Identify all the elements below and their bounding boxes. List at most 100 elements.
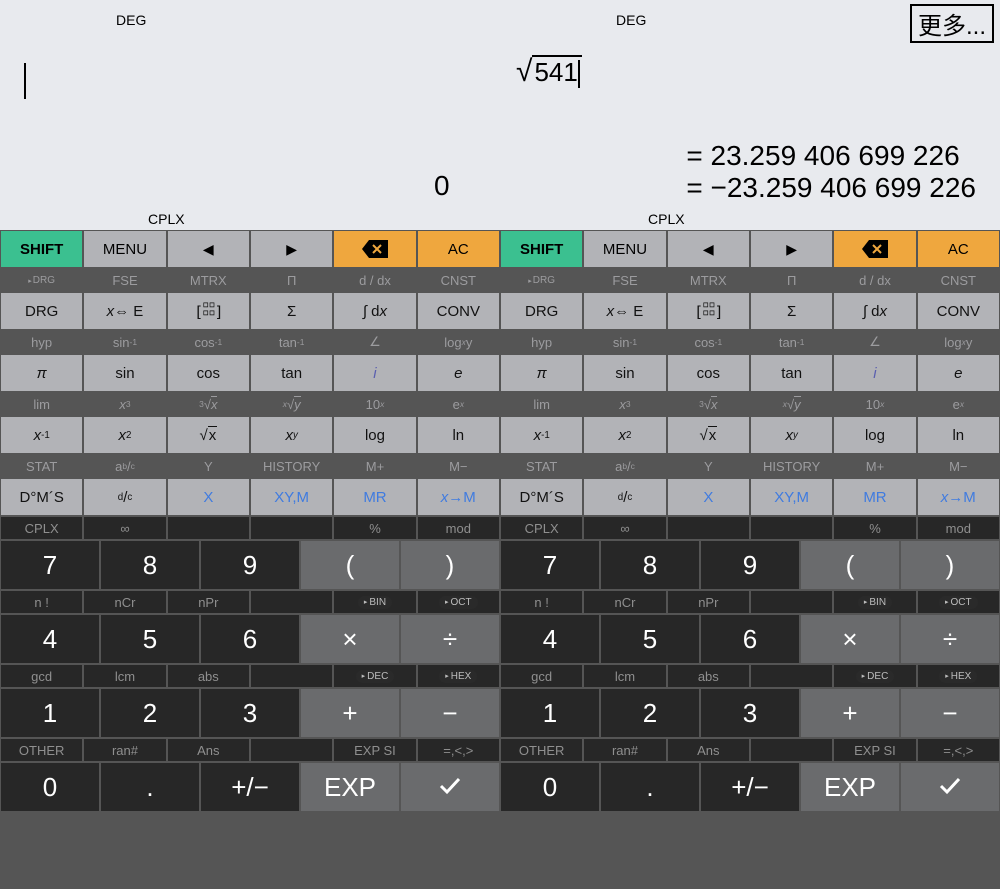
num-btn-4[interactable]: 4 [1,615,99,663]
num-btn--[interactable]: +/− [201,763,299,811]
btn--c[interactable]: d/c [84,479,165,515]
num-btn-2[interactable]: 2 [601,689,699,737]
num-btn--[interactable]: × [801,615,899,663]
menu-button[interactable]: MENU [84,231,165,267]
btn-tan[interactable]: tan [251,355,332,391]
btn-x-e[interactable]: x ⇔ E [84,293,165,329]
num-btn-3[interactable]: 3 [701,689,799,737]
btn-drg[interactable]: DRG [501,293,582,329]
num-btn--[interactable]: ÷ [401,615,499,663]
btn-x-[interactable]: xy [751,417,832,453]
num-btn--[interactable]: × [301,615,399,663]
num-btn-5[interactable]: 5 [101,615,199,663]
btn-x-e[interactable]: x ⇔ E [584,293,665,329]
btn-x-[interactable]: x-1 [501,417,582,453]
ac-button[interactable]: AC [918,231,999,267]
menu-button[interactable]: MENU [584,231,665,267]
num-btn-3[interactable]: 3 [201,689,299,737]
num-btn--[interactable]: . [601,763,699,811]
num-btn--[interactable]: ÷ [901,615,999,663]
btn-conv[interactable]: CONV [418,293,499,329]
btn-d-m-s[interactable]: D°M´S [501,479,582,515]
num-btn-9[interactable]: 9 [201,541,299,589]
more-button[interactable]: 更多... [910,4,994,43]
btn-x-[interactable]: x2 [584,417,665,453]
btn-ln[interactable]: ln [918,417,999,453]
ac-button[interactable]: AC [418,231,499,267]
num-btn--[interactable]: ( [801,541,899,589]
num-btn-0[interactable]: 0 [501,763,599,811]
num-btn-5[interactable]: 5 [601,615,699,663]
btn-sin[interactable]: sin [84,355,165,391]
btn-x[interactable]: X [168,479,249,515]
num-btn-4[interactable]: 4 [501,615,599,663]
num-btn--[interactable]: ) [901,541,999,589]
num-btn-6[interactable]: 6 [701,615,799,663]
arrow-left-button[interactable] [668,231,749,267]
num-btn--[interactable]: +/− [701,763,799,811]
btn--[interactable]: [▫▫▫▫] [168,293,249,329]
num-btn-6[interactable]: 6 [201,615,299,663]
btn--[interactable]: Σ [251,293,332,329]
btn-x-m[interactable]: x→M [418,479,499,515]
btn-x-m[interactable]: x→M [918,479,999,515]
backspace-button[interactable] [834,231,915,267]
btn-ln[interactable]: ln [418,417,499,453]
arrow-right-button[interactable] [251,231,332,267]
btn-i[interactable]: i [834,355,915,391]
arrow-right-button[interactable] [751,231,832,267]
num-btn-1[interactable]: 1 [501,689,599,737]
num-btn-7[interactable]: 7 [1,541,99,589]
btn-drg[interactable]: DRG [1,293,82,329]
btn-sin[interactable]: sin [584,355,665,391]
backspace-button[interactable] [334,231,415,267]
btn-x[interactable]: X [668,479,749,515]
btn-cos[interactable]: cos [668,355,749,391]
shift-button[interactable]: SHIFT [501,231,582,267]
btn-e[interactable]: e [918,355,999,391]
num-btn--[interactable]: . [101,763,199,811]
btn-xy-m[interactable]: XY,M [251,479,332,515]
num-btn--[interactable]: − [901,689,999,737]
num-btn-9[interactable]: 9 [701,541,799,589]
btn-tan[interactable]: tan [751,355,832,391]
btn-log[interactable]: log [334,417,415,453]
btn-e[interactable]: e [418,355,499,391]
btn-xy-m[interactable]: XY,M [751,479,832,515]
num-btn-exp[interactable]: EXP [301,763,399,811]
btn-conv[interactable]: CONV [918,293,999,329]
btn-i[interactable]: i [334,355,415,391]
num-btn--[interactable]: − [401,689,499,737]
num-btn-2[interactable]: 2 [101,689,199,737]
btn--c[interactable]: d/c [584,479,665,515]
btn-x-[interactable]: x2 [84,417,165,453]
num-btn--[interactable] [901,763,999,811]
num-btn--[interactable]: + [801,689,899,737]
btn-x-[interactable]: x-1 [1,417,82,453]
num-btn-exp[interactable]: EXP [801,763,899,811]
btn-d-m-s[interactable]: D°M´S [1,479,82,515]
btn-log[interactable]: log [834,417,915,453]
btn--[interactable]: π [1,355,82,391]
btn--dx[interactable]: ∫ dx [334,293,415,329]
shift-button[interactable]: SHIFT [1,231,82,267]
btn--dx[interactable]: ∫ dx [834,293,915,329]
btn--x[interactable]: √x [168,417,249,453]
num-btn-1[interactable]: 1 [1,689,99,737]
btn--[interactable]: π [501,355,582,391]
btn--[interactable]: [▫▫▫▫] [668,293,749,329]
num-btn--[interactable] [401,763,499,811]
num-btn-8[interactable]: 8 [101,541,199,589]
num-btn-7[interactable]: 7 [501,541,599,589]
num-btn--[interactable]: ) [401,541,499,589]
num-btn--[interactable]: ( [301,541,399,589]
btn-mr[interactable]: MR [334,479,415,515]
arrow-left-button[interactable] [168,231,249,267]
btn-x-[interactable]: xy [251,417,332,453]
num-btn--[interactable]: + [301,689,399,737]
num-btn-0[interactable]: 0 [1,763,99,811]
btn--[interactable]: Σ [751,293,832,329]
btn-mr[interactable]: MR [834,479,915,515]
btn--x[interactable]: √x [668,417,749,453]
btn-cos[interactable]: cos [168,355,249,391]
